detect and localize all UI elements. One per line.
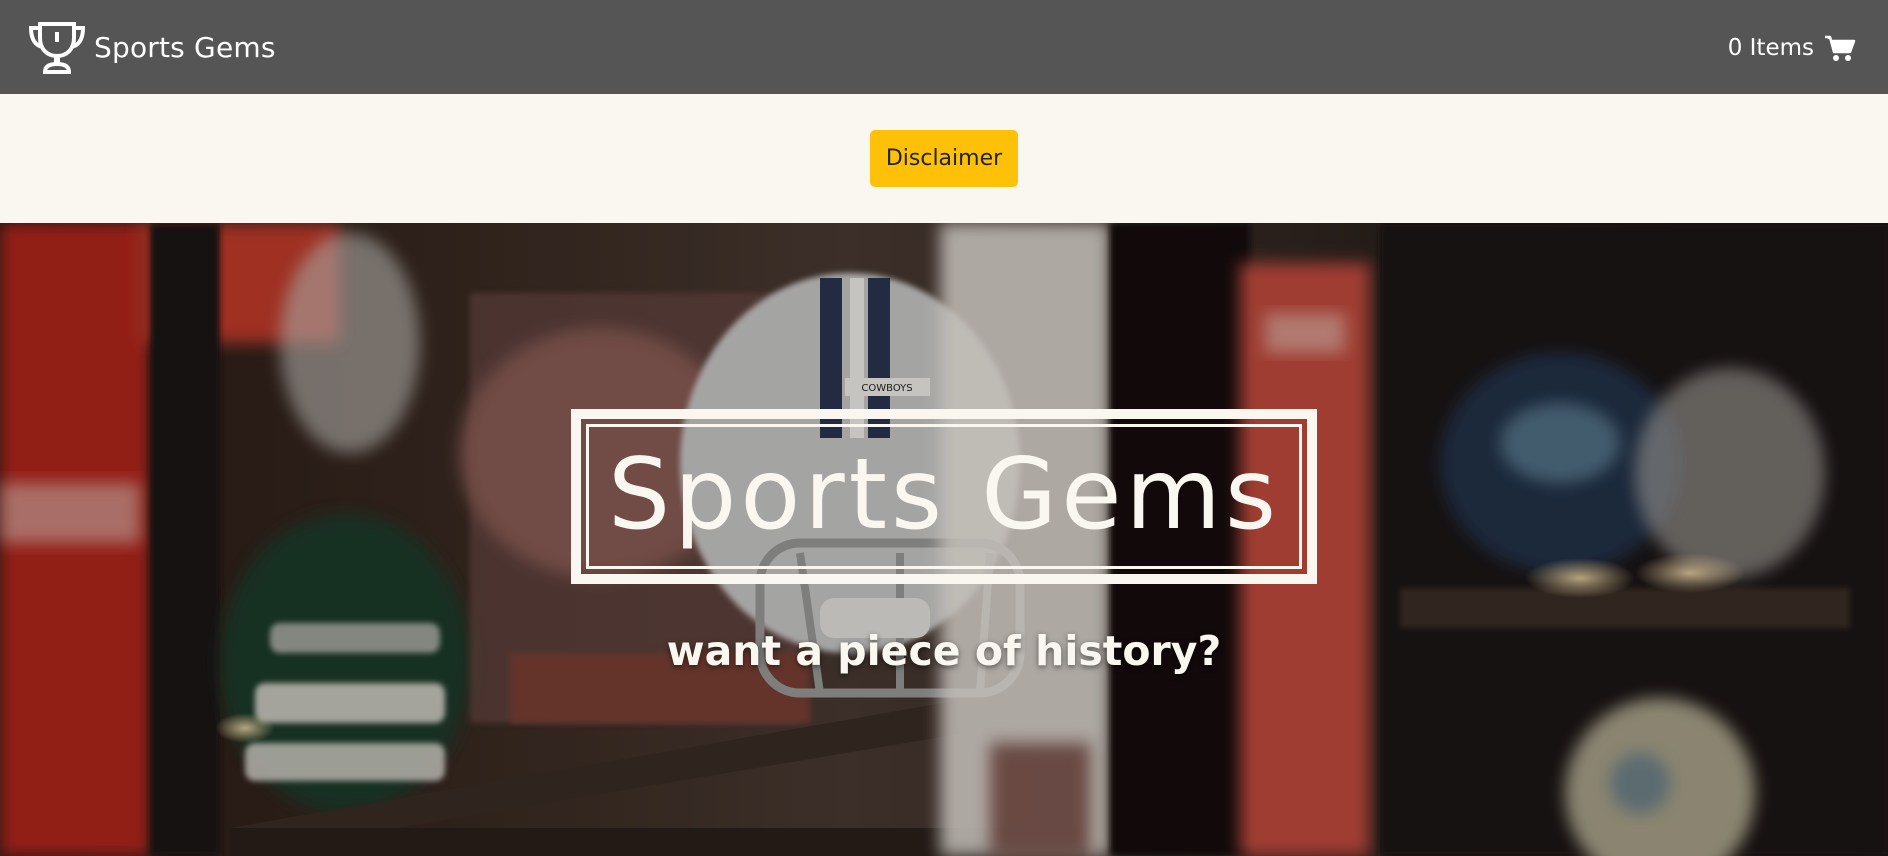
shopping-cart-icon	[1824, 34, 1856, 62]
hero-title-frame: Sports Gems	[571, 409, 1317, 584]
disclaimer-button[interactable]: Disclaimer	[870, 130, 1018, 187]
disclaimer-bar: Disclaimer	[0, 94, 1888, 223]
cart-link[interactable]: 0 Items	[1728, 34, 1856, 62]
hero-banner: COWBOYS Sports Gems want a piece of hist…	[0, 223, 1888, 856]
cart-count: 0 Items	[1727, 35, 1814, 61]
brand-link[interactable]: Sports Gems	[26, 16, 276, 78]
hero-subtitle: want a piece of history?	[666, 627, 1222, 675]
brand-name: Sports Gems	[94, 30, 276, 64]
top-navbar: Sports Gems 0 Items	[0, 0, 1888, 94]
hero-title: Sports Gems	[607, 437, 1281, 552]
trophy-icon	[26, 16, 88, 78]
